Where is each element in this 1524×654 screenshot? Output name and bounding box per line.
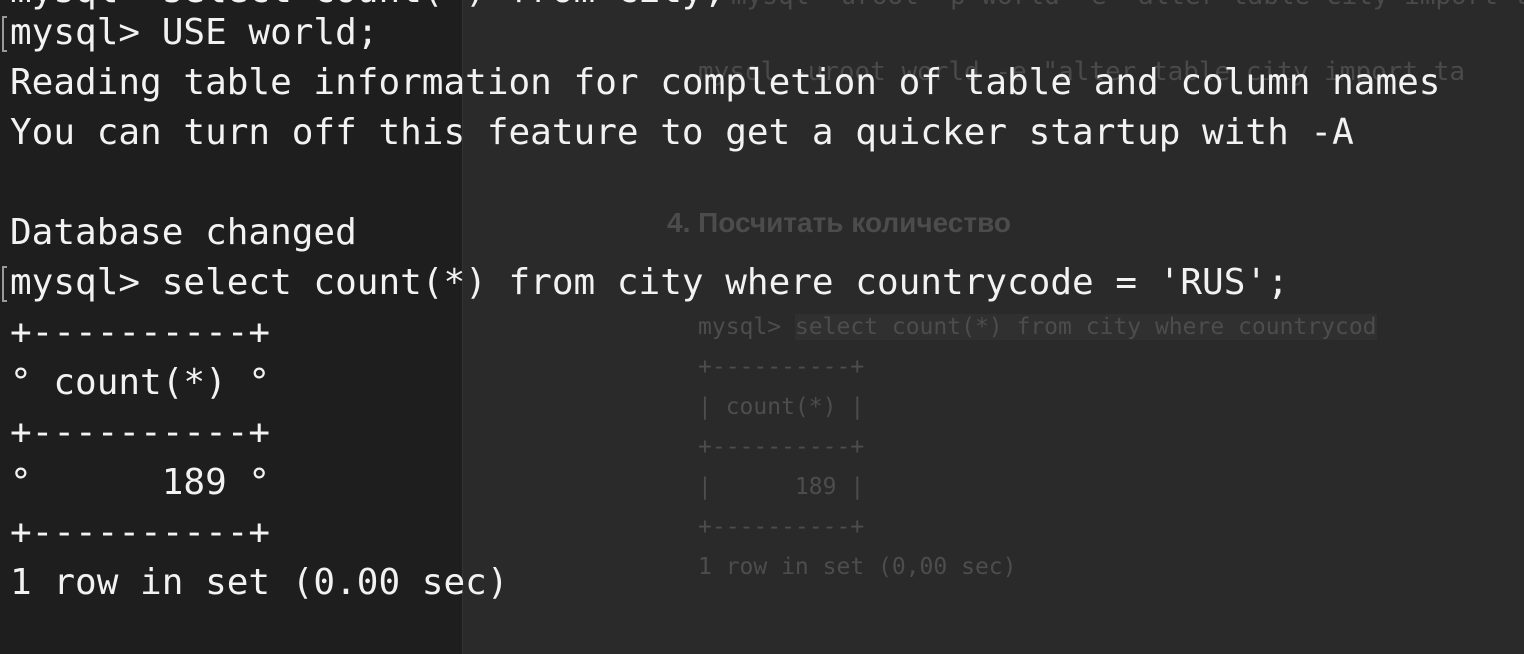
terminal-line: ° 189 ° [10, 462, 271, 503]
terminal-line: You can turn off this feature to get a q… [10, 112, 1354, 153]
terminal-line: Database changed [10, 212, 357, 253]
terminal-line: +----------+ [10, 412, 271, 453]
terminal-line: Reading table information for completion… [10, 62, 1441, 103]
terminal-line: mysql> select count(*) from city where c… [10, 262, 1289, 303]
terminal-line: +----------+ [10, 512, 271, 553]
command-marker-icon [2, 266, 7, 302]
terminal-line: +----------+ [10, 312, 271, 353]
terminal-output[interactable]: mysql> select count(*) from city; mysql>… [0, 0, 1524, 654]
terminal-line: 1 row in set (0.00 sec) [10, 562, 509, 603]
command-marker-icon [2, 16, 7, 52]
terminal-line: ° count(*) ° [10, 362, 271, 403]
screen: mysql -uroot -p world -e "alter table ci… [0, 0, 1524, 654]
terminal-line: mysql> USE world; [10, 12, 379, 53]
